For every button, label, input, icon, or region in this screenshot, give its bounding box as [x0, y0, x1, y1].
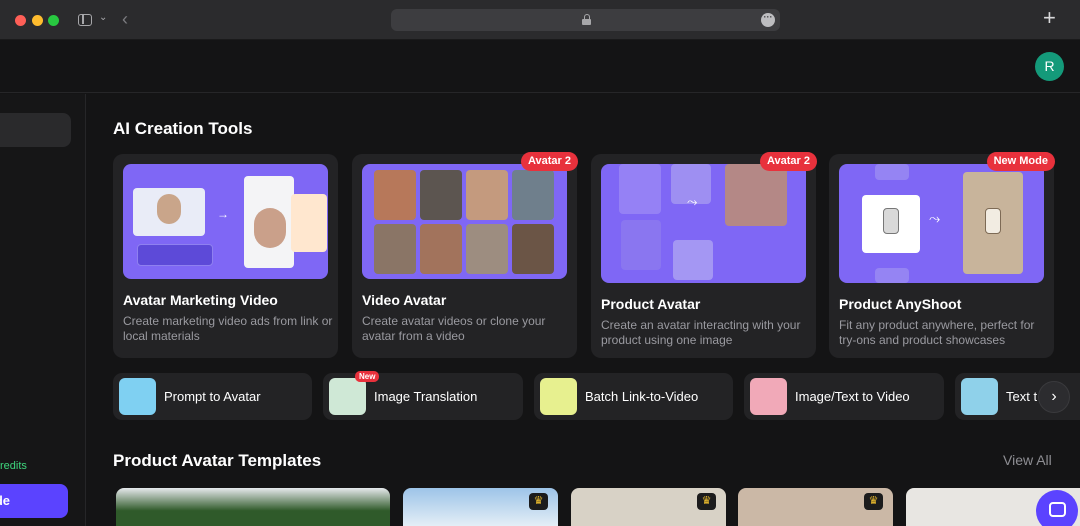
chevron-down-icon[interactable]: ⌄	[99, 12, 107, 23]
card-avatar-marketing-video[interactable]: → Avatar Marketing Video Create marketin…	[113, 154, 338, 358]
app-header	[0, 41, 1080, 93]
badge-avatar-2: Avatar 2	[520, 152, 578, 171]
sidebar-upgrade-button[interactable]: de	[0, 484, 68, 518]
text-to-icon	[961, 378, 998, 415]
help-chat-button[interactable]	[1036, 490, 1078, 526]
scroll-right-chevron-icon[interactable]: ›	[1038, 381, 1070, 413]
tool-label: Image/Text to Video	[795, 389, 910, 404]
card-description: Fit any product anywhere, perfect for tr…	[839, 318, 1035, 347]
crown-icon: ♛	[697, 493, 716, 510]
tool-prompt-to-avatar[interactable]: Prompt to Avatar	[113, 373, 312, 420]
card-thumbnail: ⤳	[839, 164, 1044, 283]
view-all-link[interactable]: View All	[1003, 452, 1052, 468]
image-text-to-video-icon	[750, 378, 787, 415]
card-video-avatar[interactable]: Avatar 2 Video Avatar Create avatar vide…	[352, 152, 578, 358]
new-tab-plus-icon[interactable]: +	[1043, 7, 1056, 29]
tool-label: Prompt to Avatar	[164, 389, 261, 404]
batch-link-to-video-icon	[540, 378, 577, 415]
card-title: Avatar Marketing Video	[123, 292, 278, 308]
tool-label: Image Translation	[374, 389, 478, 404]
back-arrow-icon[interactable]: ‹	[122, 9, 128, 30]
tool-label: Text t	[1006, 389, 1038, 404]
image-translation-icon	[329, 378, 366, 415]
credits-label[interactable]: redits	[0, 460, 27, 472]
sidebar: redits de	[0, 94, 86, 526]
zoom-window-button[interactable]	[48, 15, 59, 26]
crown-icon: ♛	[529, 493, 548, 510]
card-product-anyshoot[interactable]: ⤳ New Mode Product AnyShoot Fit any prod…	[829, 152, 1055, 358]
card-description: Create marketing video ads from link or …	[123, 314, 333, 343]
crown-icon: ♛	[864, 493, 883, 510]
card-title: Product AnyShoot	[839, 296, 962, 312]
tool-image-translation[interactable]: New Image Translation	[323, 371, 523, 420]
sidebar-item-active[interactable]	[0, 113, 71, 147]
sidebar-toggle-icon[interactable]	[78, 14, 92, 26]
address-bar[interactable]: ···	[391, 9, 780, 31]
section-title-templates: Product Avatar Templates	[113, 451, 322, 470]
card-thumbnail: →	[123, 164, 328, 279]
card-title: Product Avatar	[601, 296, 701, 312]
new-tag: New	[355, 371, 380, 382]
lock-icon	[582, 14, 591, 25]
card-product-avatar[interactable]: ⤳ Avatar 2 Product Avatar Create an avat…	[591, 152, 817, 358]
card-thumbnail	[362, 164, 567, 279]
tool-label: Batch Link-to-Video	[585, 389, 699, 404]
prompt-to-avatar-icon	[119, 378, 156, 415]
user-avatar[interactable]: R	[1035, 52, 1064, 81]
card-description: Create avatar videos or clone your avata…	[362, 314, 546, 343]
section-title-creation-tools: AI Creation Tools	[113, 119, 253, 138]
template-card[interactable]: ♛	[738, 488, 893, 526]
chat-bubble-icon	[1049, 502, 1066, 517]
more-options-icon[interactable]: ···	[761, 13, 775, 27]
card-description: Create an avatar interacting with your p…	[601, 318, 801, 347]
badge-avatar-2: Avatar 2	[759, 152, 817, 171]
close-window-button[interactable]	[15, 15, 26, 26]
card-thumbnail: ⤳	[601, 164, 806, 283]
tool-batch-link-to-video[interactable]: Batch Link-to-Video	[534, 373, 733, 420]
template-card[interactable]: ♛	[571, 488, 726, 526]
template-card[interactable]: ♛	[403, 488, 558, 526]
template-card[interactable]	[116, 488, 390, 526]
browser-toolbar: ⌄ ‹ ··· +	[0, 0, 1080, 40]
minimize-window-button[interactable]	[32, 15, 43, 26]
badge-new-mode: New Mode	[986, 152, 1055, 171]
card-title: Video Avatar	[362, 292, 447, 308]
tool-image-text-to-video[interactable]: Image/Text to Video	[744, 373, 944, 420]
